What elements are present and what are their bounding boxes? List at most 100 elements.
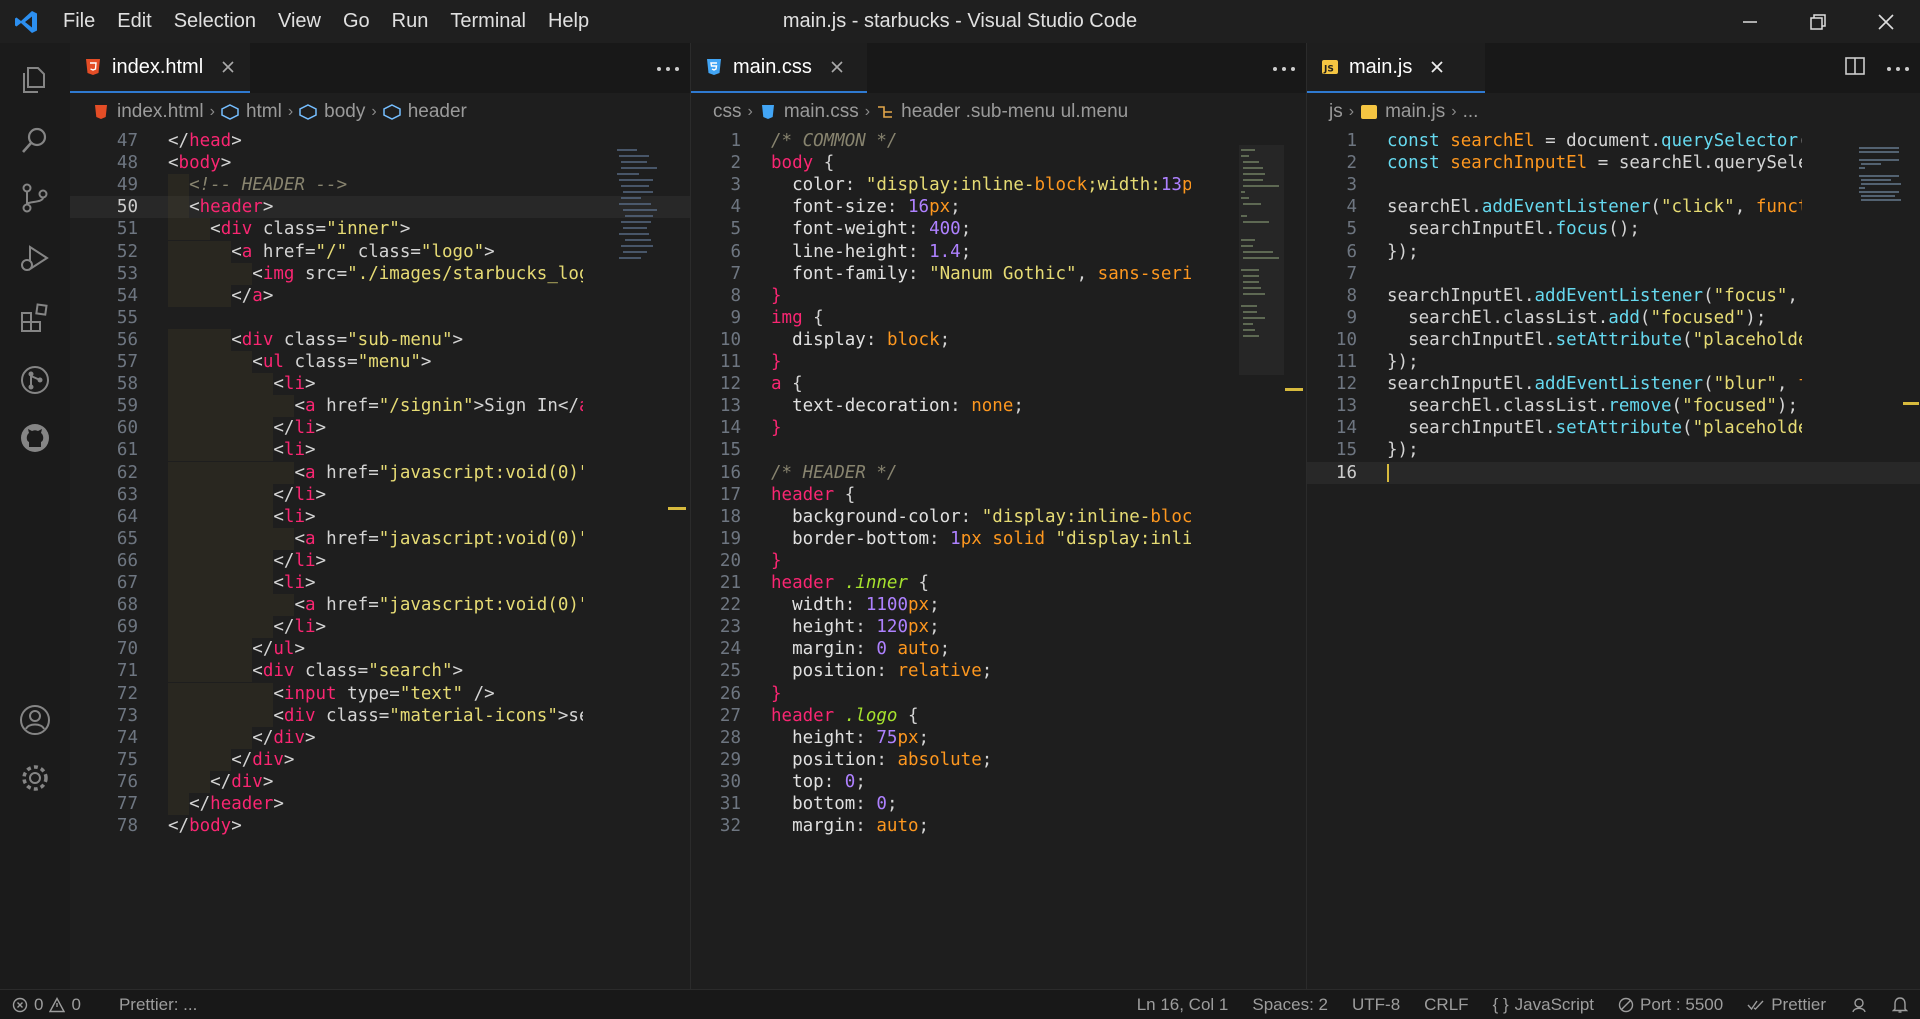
search-icon[interactable]: [13, 118, 57, 162]
code-line[interactable]: 73 <div class="material-icons">se: [70, 704, 690, 727]
close-window-button[interactable]: [1852, 0, 1920, 43]
code-line[interactable]: 18 background-color: "display:inline-blo…: [691, 506, 1306, 528]
minimap[interactable]: [615, 145, 660, 305]
run-debug-icon[interactable]: [13, 236, 57, 280]
code-line[interactable]: 55: [70, 307, 690, 329]
tab-index-html[interactable]: index.html: [70, 43, 250, 93]
breadcrumb-body[interactable]: body: [299, 101, 365, 123]
code-line[interactable]: 52 <a href="/" class="logo">: [70, 240, 690, 263]
code-line[interactable]: 78 </body>: [70, 815, 690, 837]
code-line[interactable]: 31 bottom: 0;: [691, 793, 1306, 815]
code-line[interactable]: 65 <a href="javascript:void(0)": [70, 527, 690, 550]
close-tab-icon[interactable]: [826, 56, 848, 78]
code-line[interactable]: 15: [691, 439, 1306, 461]
code-line[interactable]: 77 </header>: [70, 793, 690, 816]
source-control-icon[interactable]: [13, 176, 57, 220]
code-editor-html[interactable]: 47 </head> 48 <body> 49 <!-- HEADER --> 50 <h…: [70, 130, 690, 989]
menu-edit[interactable]: Edit: [106, 0, 162, 43]
code-line[interactable]: 30 top: 0;: [691, 771, 1306, 793]
code-line[interactable]: 10 searchInputEl.setAttribute("placehold…: [1307, 329, 1920, 351]
code-line[interactable]: 54 </a>: [70, 284, 690, 307]
code-line[interactable]: 48 <body>: [70, 152, 690, 174]
code-line[interactable]: 17 header {: [691, 484, 1306, 506]
code-line[interactable]: 1 const searchEl = document.querySelector…: [1307, 130, 1920, 152]
breadcrumb-folder[interactable]: js: [1329, 101, 1343, 123]
code-line[interactable]: 13 text-decoration: none;: [691, 395, 1306, 417]
code-line[interactable]: 60 </li>: [70, 417, 690, 440]
code-line[interactable]: 5 searchInputEl.focus();: [1307, 218, 1920, 240]
code-line[interactable]: 11});: [1307, 351, 1920, 373]
menu-help[interactable]: Help: [537, 0, 600, 43]
code-line[interactable]: 24 margin: 0 auto;: [691, 638, 1306, 660]
code-line[interactable]: 25 position: relative;: [691, 660, 1306, 682]
code-line[interactable]: 7: [1307, 263, 1920, 285]
code-line[interactable]: 19 border-bottom: 1px solid "display:inl…: [691, 528, 1306, 550]
code-line[interactable]: 6});: [1307, 241, 1920, 263]
breadcrumb-more[interactable]: ...: [1463, 101, 1479, 123]
prettier-status-left[interactable]: Prettier: ...: [107, 995, 209, 1015]
menu-file[interactable]: File: [52, 0, 106, 43]
breadcrumb-folder[interactable]: css: [713, 101, 742, 123]
code-line[interactable]: 4 font-size: 16px;: [691, 196, 1306, 218]
breadcrumb-selector[interactable]: header .sub-menu ul.menu: [876, 101, 1128, 123]
breadcrumb-header[interactable]: header: [382, 101, 467, 123]
code-line[interactable]: 14}: [691, 417, 1306, 439]
code-line[interactable]: 72 <input type="text" />: [70, 682, 690, 705]
encoding[interactable]: UTF-8: [1340, 995, 1412, 1015]
explorer-icon[interactable]: [13, 58, 57, 102]
tab-main-js[interactable]: JS main.js: [1307, 43, 1485, 93]
more-actions-icon[interactable]: [1886, 59, 1910, 77]
github-icon[interactable]: [13, 416, 57, 460]
code-line[interactable]: 70 </ul>: [70, 638, 690, 661]
notifications-button[interactable]: [1880, 996, 1920, 1014]
code-line[interactable]: 64 <li>: [70, 505, 690, 528]
code-line[interactable]: 22 width: 1100px;: [691, 594, 1306, 616]
restore-button[interactable]: [1784, 0, 1852, 43]
code-line[interactable]: 27 header .logo {: [691, 705, 1306, 727]
code-line[interactable]: 3: [1307, 174, 1920, 196]
minimize-button[interactable]: [1716, 0, 1784, 43]
code-line[interactable]: 63 </li>: [70, 483, 690, 506]
code-line[interactable]: 7 font-family: "Nanum Gothic", sans-seri…: [691, 263, 1306, 285]
code-line[interactable]: 23 height: 120px;: [691, 616, 1306, 638]
code-line[interactable]: 1 /* COMMON */: [691, 130, 1306, 152]
menu-run[interactable]: Run: [381, 0, 440, 43]
code-line[interactable]: 56 <div class="sub-menu">: [70, 328, 690, 351]
settings-gear-icon[interactable]: [13, 756, 57, 800]
indentation[interactable]: Spaces: 2: [1240, 995, 1340, 1015]
code-line[interactable]: 3 color: "display:inline-block;width:13p…: [691, 174, 1306, 196]
code-line[interactable]: 68 <a href="javascript:void(0)": [70, 594, 690, 617]
git-graph-icon[interactable]: [13, 358, 57, 402]
code-line[interactable]: 21 header .inner {: [691, 572, 1306, 594]
code-line[interactable]: 50 <header>: [70, 196, 690, 219]
code-line[interactable]: 47 </head>: [70, 130, 690, 152]
code-line[interactable]: 16: [1307, 461, 1920, 484]
code-line[interactable]: 13 searchEl.classList.remove("focused");: [1307, 395, 1920, 417]
code-line[interactable]: 28 height: 75px;: [691, 727, 1306, 749]
code-line[interactable]: 2 body {: [691, 152, 1306, 174]
code-line[interactable]: 6 line-height: 1.4;: [691, 241, 1306, 263]
code-line[interactable]: 66 </li>: [70, 549, 690, 572]
code-line[interactable]: 69 </li>: [70, 616, 690, 639]
accounts-icon[interactable]: [13, 698, 57, 742]
minimap[interactable]: [1857, 145, 1902, 205]
code-line[interactable]: 57 <ul class="menu">: [70, 351, 690, 374]
code-line[interactable]: 75 </div>: [70, 748, 690, 771]
code-line[interactable]: 59 <a href="/signin">Sign In</a: [70, 395, 690, 418]
cursor-position[interactable]: Ln 16, Col 1: [1125, 995, 1241, 1015]
code-line[interactable]: 29 position: absolute;: [691, 749, 1306, 771]
problems-indicator[interactable]: 0 0: [0, 995, 93, 1015]
code-line[interactable]: 71 <div class="search">: [70, 660, 690, 683]
breadcrumb-file[interactable]: main.css: [759, 101, 859, 123]
menu-terminal[interactable]: Terminal: [439, 0, 537, 43]
code-line[interactable]: 10 display: block;: [691, 329, 1306, 351]
minimap[interactable]: [1239, 145, 1284, 375]
menu-view[interactable]: View: [267, 0, 332, 43]
breadcrumb-file[interactable]: index.html: [92, 101, 204, 123]
more-actions-icon[interactable]: [1272, 59, 1296, 77]
breadcrumb-file[interactable]: main.js: [1360, 101, 1445, 123]
breadcrumb-html[interactable]: html: [221, 101, 282, 123]
code-line[interactable]: 61 <li>: [70, 439, 690, 462]
code-line[interactable]: 32 margin: auto;: [691, 815, 1306, 837]
code-line[interactable]: 12 searchInputEl.addEventListener("blur",…: [1307, 373, 1920, 395]
